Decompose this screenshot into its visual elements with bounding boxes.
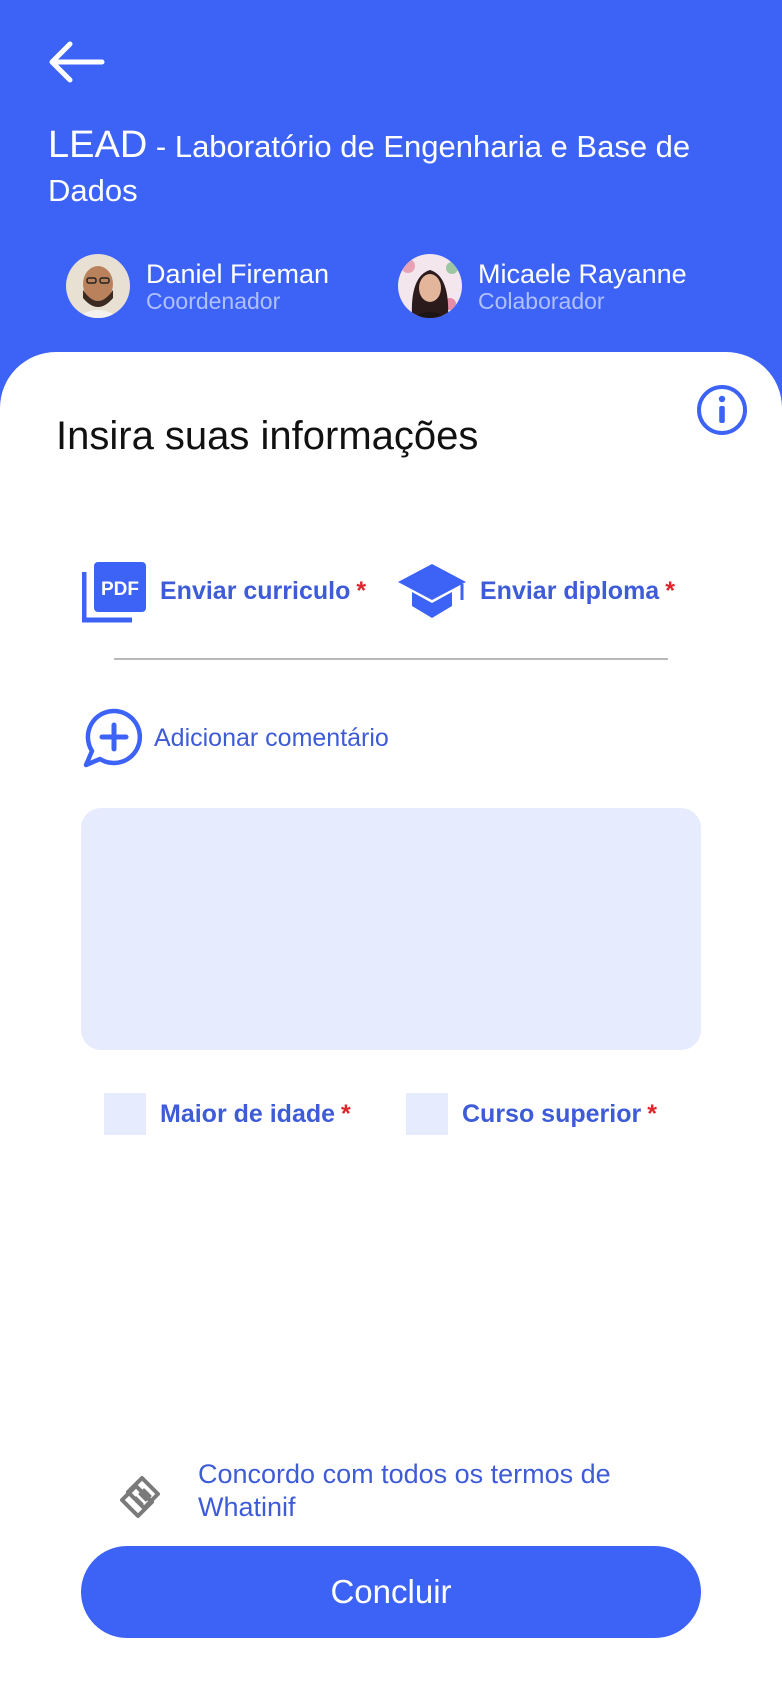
required-mark: *	[647, 1099, 657, 1128]
header: LEAD - Laboratório de Engenharia e Base …	[0, 0, 782, 400]
person-role: Colaborador	[478, 288, 605, 314]
checkbox-adult-label: Maior de idade	[160, 1099, 336, 1128]
add-comment-label: Adicionar comentário	[154, 723, 389, 752]
info-icon[interactable]	[696, 384, 748, 436]
person-name: Daniel Fireman	[146, 259, 330, 289]
required-mark: *	[356, 576, 367, 605]
upload-resume-button[interactable]: PDF Enviar curriculo *	[82, 556, 366, 626]
person-name: Micaele Rayanne	[478, 259, 687, 289]
page-title: LEAD - Laboratório de Engenharia e Base …	[48, 126, 748, 216]
comment-input[interactable]	[81, 808, 701, 1050]
terms-text: Concordo com todos os termos de Whatinif	[198, 1459, 611, 1522]
title-main: LEAD	[48, 124, 148, 166]
checkbox-higher-education[interactable]: Curso superior *	[406, 1093, 657, 1135]
back-arrow-icon[interactable]	[46, 38, 108, 86]
divider	[114, 658, 668, 660]
add-comment-icon	[83, 708, 143, 768]
upload-diploma-label: Enviar diploma	[480, 576, 660, 605]
person-coordinator: Daniel Fireman Coordenador	[66, 254, 329, 318]
avatar	[398, 254, 462, 318]
graduation-cap-icon	[398, 564, 466, 618]
required-mark: *	[341, 1099, 351, 1128]
submit-button[interactable]: Concluir	[81, 1546, 701, 1638]
checkbox-higher-education-label: Curso superior	[462, 1099, 642, 1128]
upload-diploma-button[interactable]: Enviar diploma *	[396, 556, 675, 626]
avatar	[66, 254, 130, 318]
person-role: Coordenador	[146, 288, 281, 314]
checkbox-adult[interactable]: Maior de idade *	[104, 1093, 351, 1135]
upload-resume-label: Enviar curriculo	[160, 576, 351, 605]
svg-text:PDF: PDF	[101, 579, 139, 600]
section-title: Insira suas informações	[56, 414, 479, 458]
pdf-icon: PDF	[82, 562, 146, 623]
person-collaborator: Micaele Rayanne Colaborador	[398, 254, 687, 318]
checkbox-box[interactable]	[104, 1093, 146, 1135]
add-comment-button[interactable]: Adicionar comentário	[82, 706, 389, 770]
handshake-icon[interactable]	[118, 1470, 170, 1522]
required-mark: *	[665, 576, 675, 605]
terms-agreement: Concordo com todos os termos de Whatinif	[118, 1458, 678, 1524]
checkbox-box[interactable]	[406, 1093, 448, 1135]
